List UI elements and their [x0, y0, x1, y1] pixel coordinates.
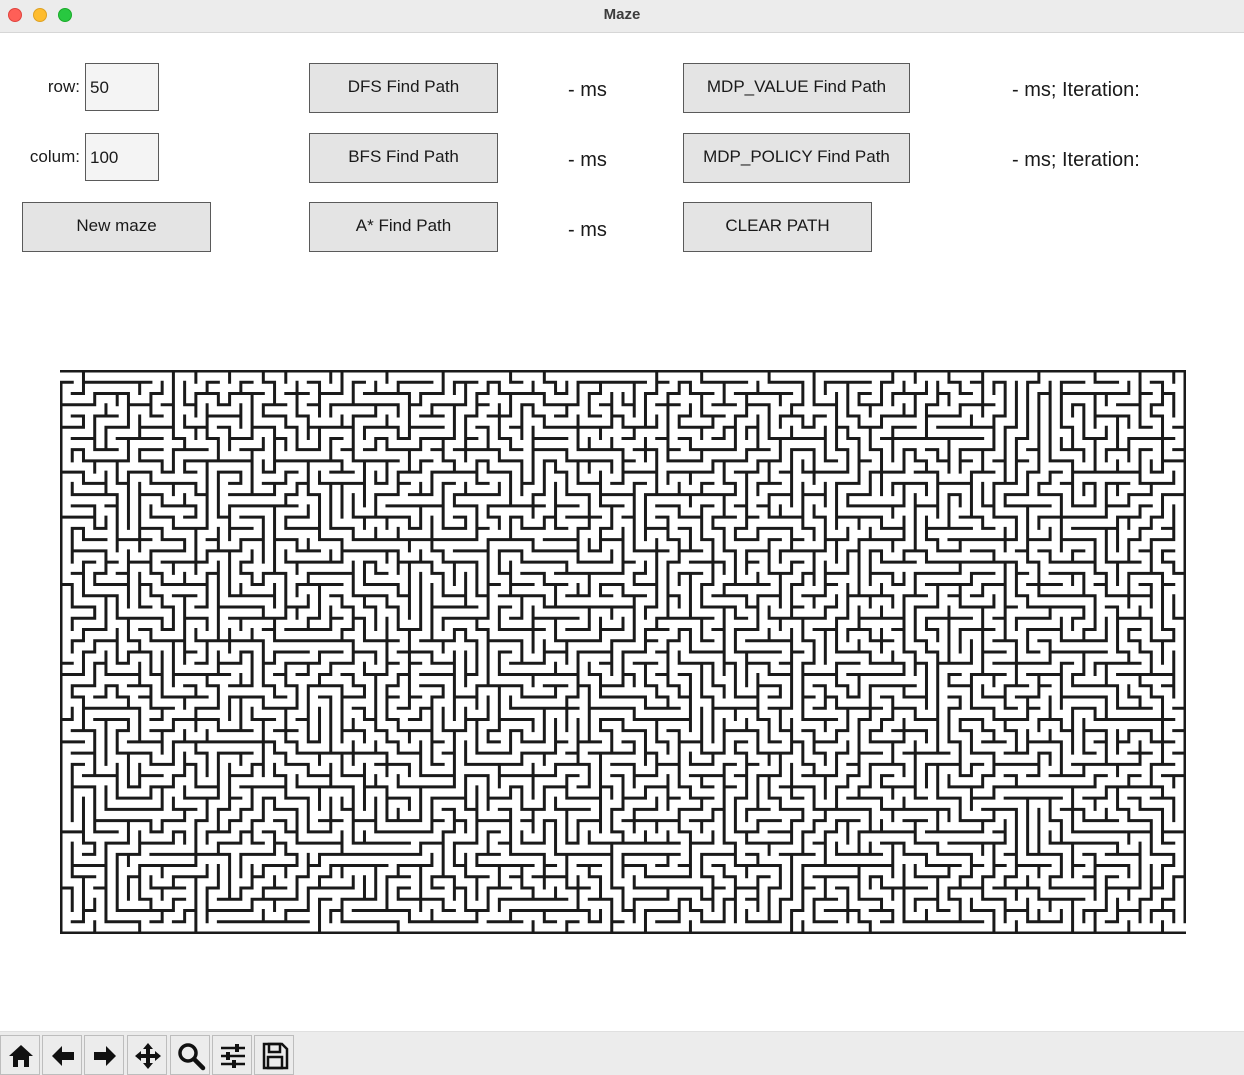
home-icon	[9, 1045, 33, 1067]
dfs-time-text: - ms	[568, 79, 607, 101]
maze-grid	[59, 369, 1187, 935]
bfs-time-text: - ms	[568, 149, 607, 171]
column-label: colum:	[29, 147, 80, 166]
row-input[interactable]: 50	[85, 63, 159, 111]
forward-button[interactable]	[84, 1035, 124, 1075]
dfs-find-path-button[interactable]: DFS Find Path	[309, 63, 498, 113]
save-button[interactable]	[254, 1035, 294, 1075]
back-arrow-icon	[52, 1046, 74, 1066]
forward-arrow-icon	[94, 1046, 116, 1066]
mdp-policy-find-path-button[interactable]: MDP_POLICY Find Path	[683, 133, 910, 183]
row-label: row:	[47, 77, 80, 96]
navigation-toolbar	[0, 1031, 1244, 1075]
mdp-policy-stat-text: - ms; Iteration:	[1012, 149, 1140, 171]
configure-icon	[221, 1044, 245, 1068]
home-button[interactable]	[0, 1035, 40, 1075]
mdp-value-stat-text: - ms; Iteration:	[1012, 79, 1140, 101]
title-bar: Maze	[0, 0, 1244, 33]
astar-time-text: - ms	[568, 219, 607, 241]
maze-walls	[59, 369, 1187, 935]
mdp-value-find-path-button[interactable]: MDP_VALUE Find Path	[683, 63, 910, 113]
new-maze-button[interactable]: New maze	[22, 202, 211, 252]
zoom-icon	[178, 1043, 206, 1071]
zoom-button[interactable]	[170, 1035, 210, 1075]
column-input[interactable]: 100	[85, 133, 159, 181]
window-title: Maze	[603, 6, 641, 23]
configure-subplots-button[interactable]	[212, 1035, 252, 1075]
astar-find-path-button[interactable]: A* Find Path	[309, 202, 498, 252]
save-icon	[262, 1042, 289, 1070]
pan-button[interactable]	[127, 1035, 167, 1075]
pan-icon	[135, 1043, 161, 1069]
clear-path-button[interactable]: CLEAR PATH	[683, 202, 872, 252]
back-button[interactable]	[42, 1035, 82, 1075]
bfs-find-path-button[interactable]: BFS Find Path	[309, 133, 498, 183]
maze-canvas[interactable]	[59, 369, 1187, 939]
